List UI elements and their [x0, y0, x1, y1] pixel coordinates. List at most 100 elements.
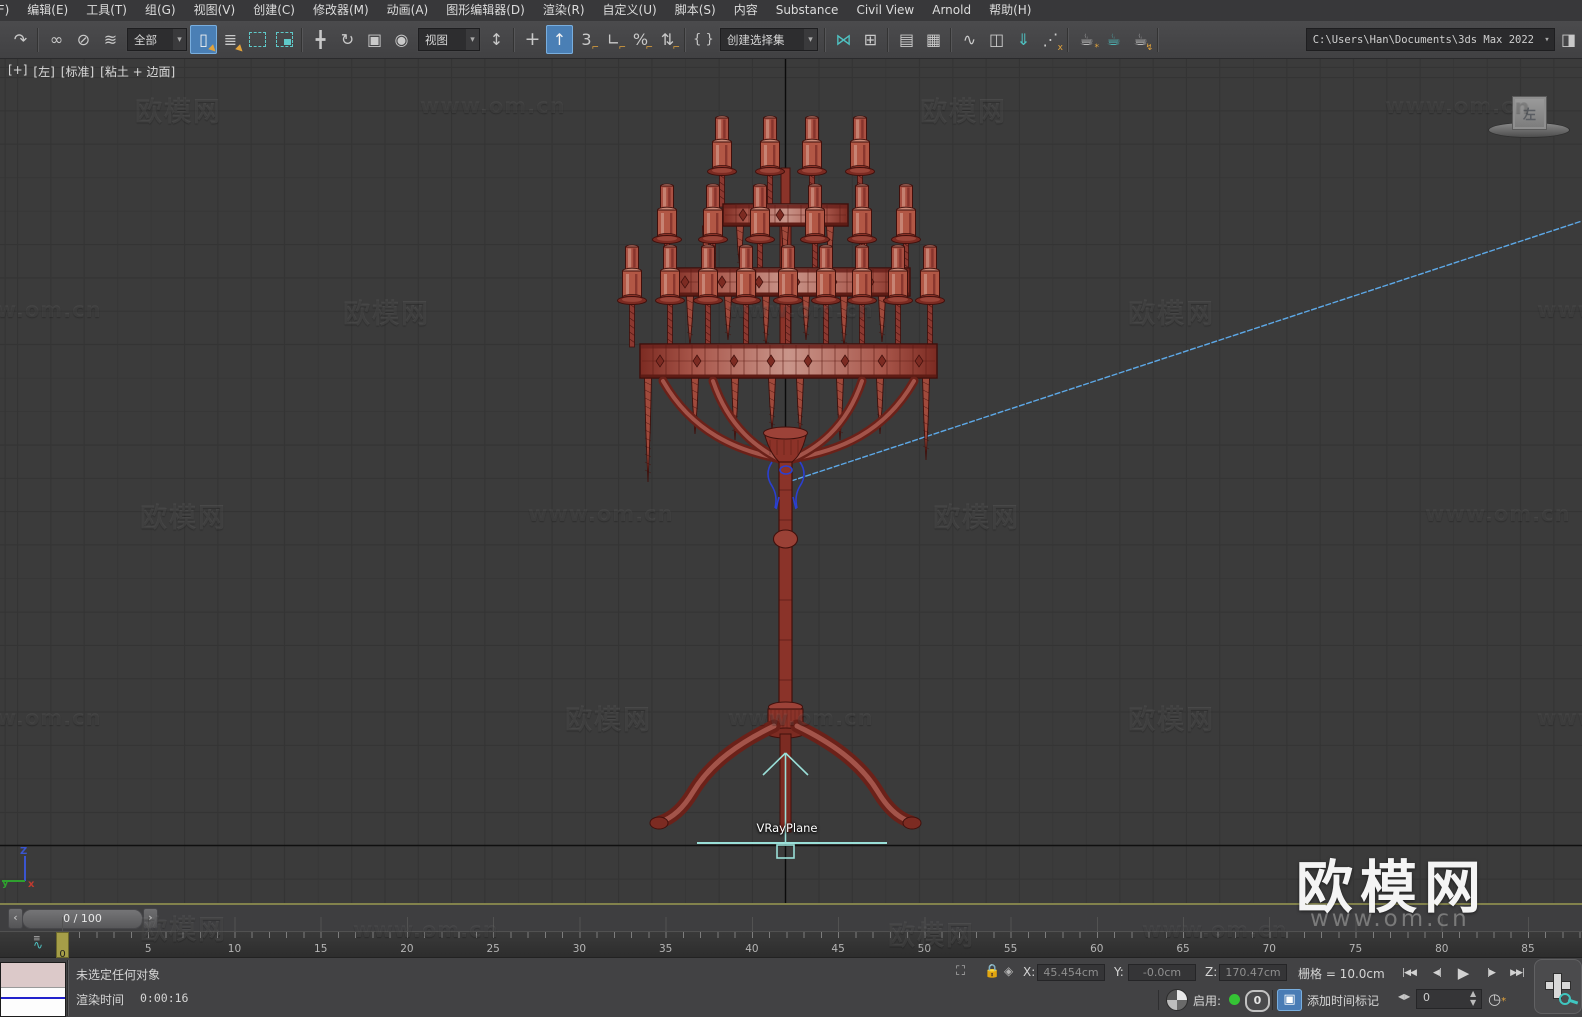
menu-item-16[interactable]: Arnold — [923, 0, 980, 21]
previous-frame-button[interactable]: ‹ — [8, 908, 23, 929]
grid-size-readout: 栅格 = 10.0cm — [1298, 967, 1385, 981]
viewcube[interactable]: 左 — [1512, 96, 1547, 130]
snap-crosshair-button[interactable]: + — [519, 25, 546, 54]
rectangular-selection-region-button[interactable] — [244, 25, 271, 54]
menu-item-3[interactable]: 工具(T) — [77, 0, 136, 21]
zero-badge[interactable]: 0 — [1245, 990, 1270, 1012]
align-button[interactable]: ⊞ — [857, 25, 884, 54]
selection-lock-icon[interactable]: 🔒 — [984, 964, 1000, 979]
frame-label-20: 20 — [400, 943, 414, 955]
viewport-left-ortho[interactable]: [+] [左] [标准] [粘土 + 边面] Z y x VRayPlane 左 — [0, 58, 1582, 903]
use-pivot-point-center-button[interactable]: ↕ — [483, 25, 510, 54]
play-button[interactable]: ▶ — [1450, 960, 1476, 986]
edit-named-selection-sets-button[interactable]: { } — [690, 25, 717, 54]
angle-snap-toggle-button[interactable]: ∟ ⌐ — [600, 25, 627, 54]
current-frame-marker[interactable]: 0 — [56, 932, 69, 960]
previous-key-button[interactable]: ◀| — [1424, 960, 1450, 986]
mirror-button[interactable]: ⋈ — [830, 25, 857, 54]
status-bar: 未选定任何对象 渲染时间 0:00:16 ⛶ 🔒 ◈ X: 45.454cm Y… — [0, 958, 1582, 1017]
go-to-end-button[interactable]: ▶▶| — [1504, 960, 1530, 986]
menu-item-9[interactable]: 图形编辑器(D) — [437, 0, 534, 21]
select-and-scale-button[interactable]: ▣ — [361, 25, 388, 54]
menu-item-2[interactable]: 编辑(E) — [18, 0, 77, 21]
viewport-label-part-2[interactable]: [左] — [33, 63, 54, 80]
reference-coordinate-system-dropdown[interactable]: 视图 ▾ — [418, 28, 480, 51]
isolate-selection-icon[interactable]: ⛶ — [956, 964, 965, 979]
macro-recorder-pane[interactable] — [1, 963, 65, 988]
window-crossing-toggle-button[interactable] — [271, 25, 298, 54]
frame-spinner-arrows[interactable]: ◀▶ — [1398, 992, 1410, 1001]
viewport-label-part-4[interactable]: [粘土 + 边面] — [100, 63, 175, 80]
select-and-rotate-button[interactable]: ↻ — [334, 25, 361, 54]
select-and-link-button[interactable]: ∞ — [43, 25, 70, 54]
redo-button[interactable]: ↷ — [7, 25, 34, 54]
render-production-button[interactable]: ☕ ↯ — [1127, 25, 1154, 54]
menu-item-1[interactable]: 文件(F) — [0, 0, 18, 21]
rendered-frame-window-button[interactable]: ⇓ — [1010, 25, 1037, 54]
layer-manager-button[interactable]: ▤ — [893, 25, 920, 54]
frame-label-25: 25 — [486, 943, 500, 955]
set-key-plus-button[interactable] — [1534, 959, 1582, 1014]
absolute-mode-icon[interactable]: ◈ — [1004, 964, 1013, 978]
y-field[interactable]: -0.0cm — [1128, 964, 1196, 981]
frame-field-spinner[interactable]: ▲ ▼ — [1470, 989, 1476, 1007]
shield-health-icon[interactable] — [1166, 989, 1188, 1011]
menu-item-4[interactable]: 组(G) — [136, 0, 185, 21]
select-and-place-button[interactable]: ◉ — [388, 25, 415, 54]
bind-to-space-warp-button[interactable]: ≋ — [97, 25, 124, 54]
menu-item-10[interactable]: 渲染(R) — [534, 0, 594, 21]
render-time-label: 渲染时间 — [76, 993, 125, 1007]
menu-item-17[interactable]: 帮助(H) — [980, 0, 1040, 21]
viewport-label-part-1[interactable]: [+] — [8, 63, 27, 80]
x-field[interactable]: 45.454cm — [1037, 964, 1105, 981]
time-tag-cube-button[interactable]: ▣ — [1277, 989, 1302, 1011]
frame-label-70: 70 — [1262, 943, 1276, 955]
unlink-selection-button[interactable]: ⊘ — [70, 25, 97, 54]
viewport-label-part-3[interactable]: [标准] — [61, 63, 94, 80]
undo-button[interactable]: ↶ — [0, 25, 7, 54]
snaps-toggle-button[interactable]: ↑ — [546, 25, 573, 54]
selection-filter-dropdown[interactable]: 全部 ▾ — [127, 28, 187, 51]
frame-label-80: 80 — [1435, 943, 1449, 955]
percent-snap-toggle-button[interactable]: % ⌐ — [627, 25, 654, 54]
menu-item-15[interactable]: Civil View — [847, 0, 923, 21]
material-editor-button[interactable]: ☕ * — [1073, 25, 1100, 54]
frame-label-75: 75 — [1348, 943, 1363, 955]
menu-item-12[interactable]: 脚本(S) — [666, 0, 725, 21]
time-ruler[interactable]: ≡ ∿ 0 5 10 15 20 25 30 35 40 45 50 55 60 65 70 75 80 85 — [0, 931, 1582, 960]
render-setup-button[interactable]: ☕ — [1100, 25, 1127, 54]
vrayplane-gizmo[interactable] — [697, 752, 887, 859]
menu-item-5[interactable]: 视图(V) — [185, 0, 245, 21]
listener-pane[interactable] — [1, 988, 65, 1016]
menu-item-11[interactable]: 自定义(U) — [594, 0, 666, 21]
select-object-button[interactable]: ▯ ▲ — [190, 25, 219, 55]
menu-item-6[interactable]: 创建(C) — [244, 0, 304, 21]
menu-item-8[interactable]: 动画(A) — [378, 0, 438, 21]
schematic-view-button[interactable]: ◫ — [983, 25, 1010, 54]
frame-label-45: 45 — [831, 943, 845, 955]
render-flyout-button[interactable]: ⋰ x — [1037, 25, 1064, 54]
select-by-name-button[interactable]: ≣ ▲ — [217, 25, 246, 55]
select-and-move-button[interactable]: ╋ — [307, 25, 334, 54]
mini-curve-editor-icon[interactable]: ≡ ∿ — [33, 935, 55, 954]
listener-splitter[interactable] — [67, 960, 71, 1016]
z-field[interactable]: 170.47cm — [1219, 964, 1287, 981]
maxscript-mini-listener[interactable] — [0, 962, 66, 1017]
ribbon-toggle-button[interactable]: ▦ — [920, 25, 947, 54]
go-to-start-button[interactable]: |◀◀ — [1396, 960, 1422, 986]
curve-editor-button[interactable]: ∿ — [956, 25, 983, 54]
main-toolbar: ↶↷ ∞⊘≋全部▾▯▲≣▲ ╋↻▣◉视图▾↕ +↑3⌐∟⌐%⌐⇅⌐ { }创建选择集▾ ⋈… — [0, 21, 1582, 59]
named-selection-sets-dropdown[interactable]: 创建选择集 ▾ — [720, 28, 818, 51]
next-key-button[interactable]: |▶ — [1478, 960, 1504, 986]
divider — [1158, 990, 1159, 1010]
spinner-snap-toggle-button[interactable]: ⇅ ⌐ — [654, 25, 681, 54]
snap-3d-button[interactable]: 3 ⌐ — [573, 25, 600, 54]
menu-item-13[interactable]: 内容 — [725, 0, 767, 21]
toolbar-separator — [684, 27, 687, 52]
add-time-tag[interactable]: 添加时间标记 — [1307, 992, 1379, 1009]
project-path-field[interactable]: C:\Users\Han\Documents\3ds Max 2022 ▾ — [1305, 28, 1555, 51]
menu-item-14[interactable]: Substance — [767, 0, 848, 21]
menu-item-7[interactable]: 修改器(M) — [304, 0, 378, 21]
clipped-tool-button[interactable]: ◨ — [1555, 25, 1582, 54]
key-clock-icon[interactable]: ◷* — [1488, 990, 1506, 1008]
